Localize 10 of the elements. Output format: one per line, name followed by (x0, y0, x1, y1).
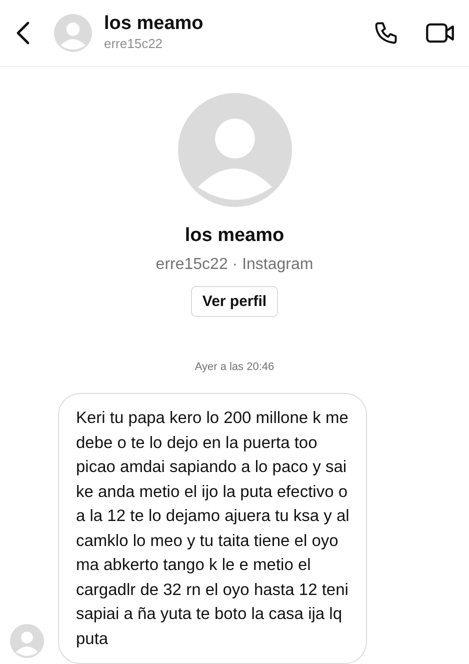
message-bubble: Keri tu papa kero lo 200 millone k me debe o te lo dejo en la puerta too picao amdai sapiando a lo paco y sai ke anda metio el ijo la puta efectivo o a la 12 te lo dejamo ajuera tu ksa y al camklo lo meo y tu taita tiene el oyo ma abkerto tango k le e metio el cargadlr de 32 rn el oyo hasta 12 teni sapiai a ña yuta te boto la casa ija lq puta (58, 393, 368, 664)
contact-username: erre15c22 (104, 35, 164, 53)
view-profile-button[interactable]: Ver perfil (191, 286, 278, 317)
phone-icon[interactable] (373, 20, 399, 46)
timestamp: Ayer a las 20:46 (194, 361, 274, 373)
profile-subtitle: erre15c22 · Instagram (156, 256, 314, 274)
contact-name: los meamo (104, 13, 204, 35)
avatar-icon (178, 93, 292, 207)
back-icon[interactable] (16, 21, 30, 45)
profile-name: los meamo (184, 225, 284, 247)
